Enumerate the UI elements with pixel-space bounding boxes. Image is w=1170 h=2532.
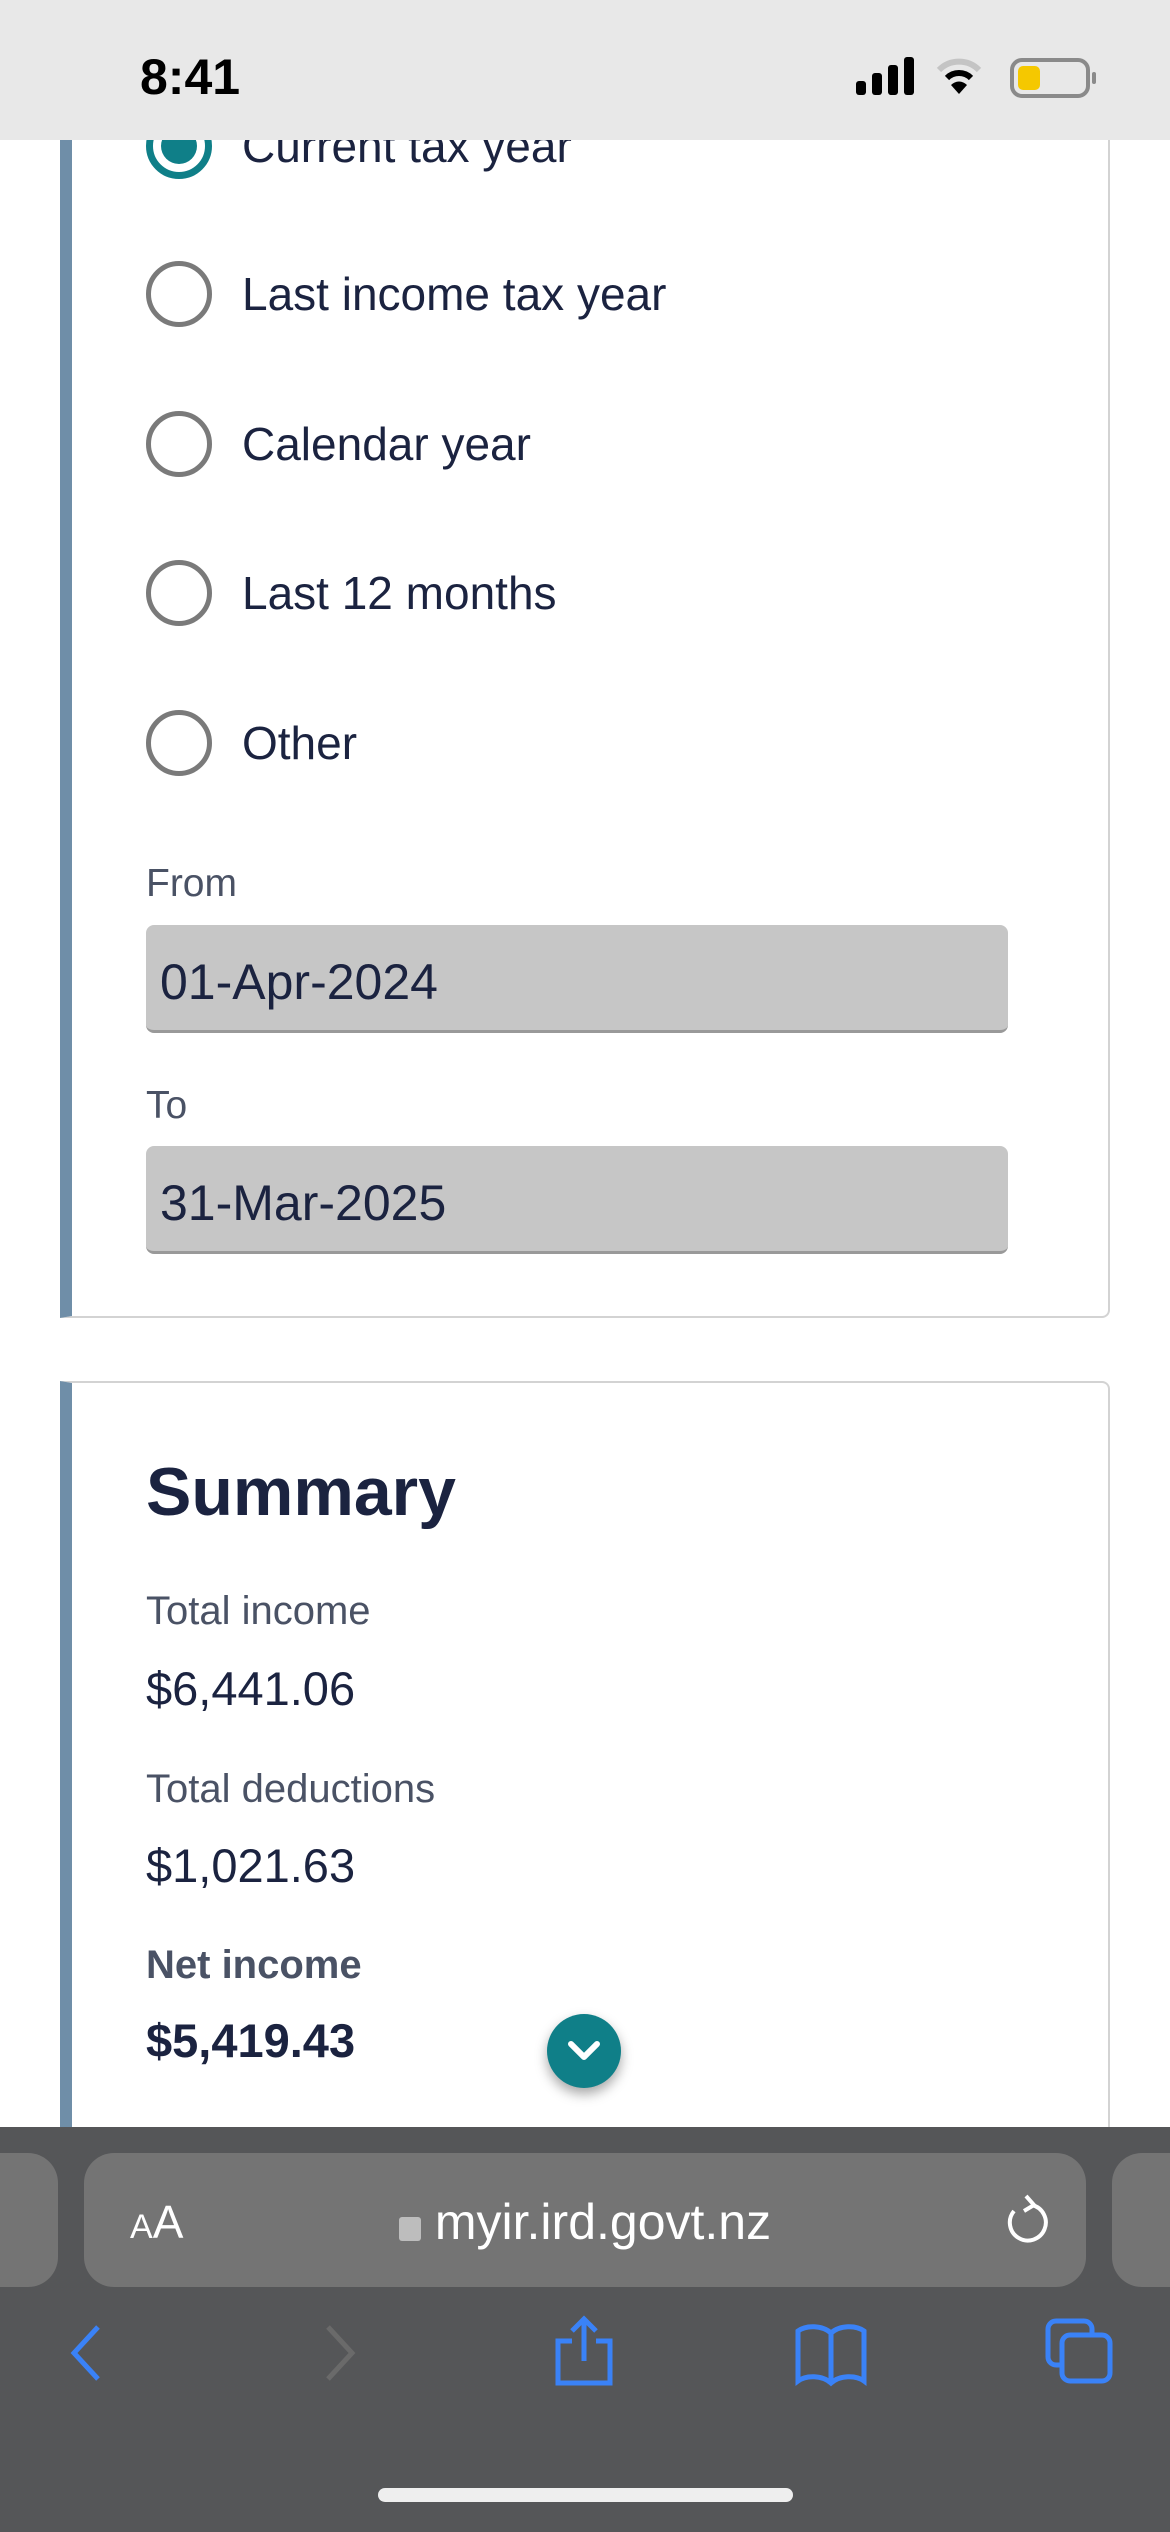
previous-tab-pill[interactable] [0, 2153, 58, 2287]
clock: 8:41 [140, 49, 241, 105]
forward-icon[interactable] [320, 2323, 360, 2383]
reload-icon[interactable] [1002, 2193, 1050, 2245]
battery-icon [1010, 58, 1096, 98]
share-icon[interactable] [552, 2315, 616, 2387]
radio-icon [146, 411, 212, 477]
radio-last-income-tax-year[interactable]: Last income tax year [146, 261, 666, 327]
total-deductions-value: $1,021.63 [146, 1839, 356, 1892]
radio-label: Calendar year [242, 418, 531, 470]
from-date-field[interactable]: 01-Apr-2024 [146, 925, 1008, 1033]
scroll-down-button[interactable] [547, 2014, 621, 2088]
summary-title: Summary [146, 1454, 456, 1530]
back-icon[interactable] [66, 2323, 106, 2383]
address-bar[interactable]: AA myir.ird.govt.nz [84, 2153, 1086, 2287]
radio-icon [146, 560, 212, 626]
to-label: To [146, 1084, 188, 1127]
total-deductions-label: Total deductions [146, 1767, 436, 1811]
next-tab-pill[interactable] [1112, 2153, 1170, 2287]
net-income-label: Net income [146, 1943, 362, 1987]
chevron-down-icon [568, 2041, 600, 2060]
radio-label: Other [242, 717, 358, 769]
radio-other[interactable]: Other [146, 710, 357, 776]
radio-icon [146, 261, 212, 327]
tabs-icon[interactable] [1044, 2317, 1114, 2385]
radio-calendar-year[interactable]: Calendar year [146, 411, 531, 477]
radio-label: Last income tax year [242, 268, 667, 320]
url-text: myir.ird.govt.nz [434, 2194, 772, 2250]
radio-last-12-months[interactable]: Last 12 months [146, 560, 557, 626]
net-income-value: $5,419.43 [146, 2014, 356, 2067]
wifi-icon [936, 58, 982, 94]
signal-icon [856, 57, 914, 95]
from-label: From [146, 862, 237, 905]
status-bar: 8:41 [0, 0, 1170, 140]
home-indicator[interactable] [378, 2488, 793, 2502]
bookmarks-icon[interactable] [794, 2323, 868, 2387]
total-income-value: $6,441.06 [146, 1662, 356, 1715]
radio-icon [146, 710, 212, 776]
safari-toolbar: AA myir.ird.govt.nz [0, 2127, 1170, 2532]
period-card: Current tax year Last income tax year Ca… [60, 60, 1110, 1318]
to-date-field[interactable]: 31-Mar-2025 [146, 1146, 1008, 1254]
radio-label: Last 12 months [242, 567, 557, 619]
lock-icon [398, 2217, 421, 2241]
total-income-label: Total income [146, 1589, 371, 1633]
